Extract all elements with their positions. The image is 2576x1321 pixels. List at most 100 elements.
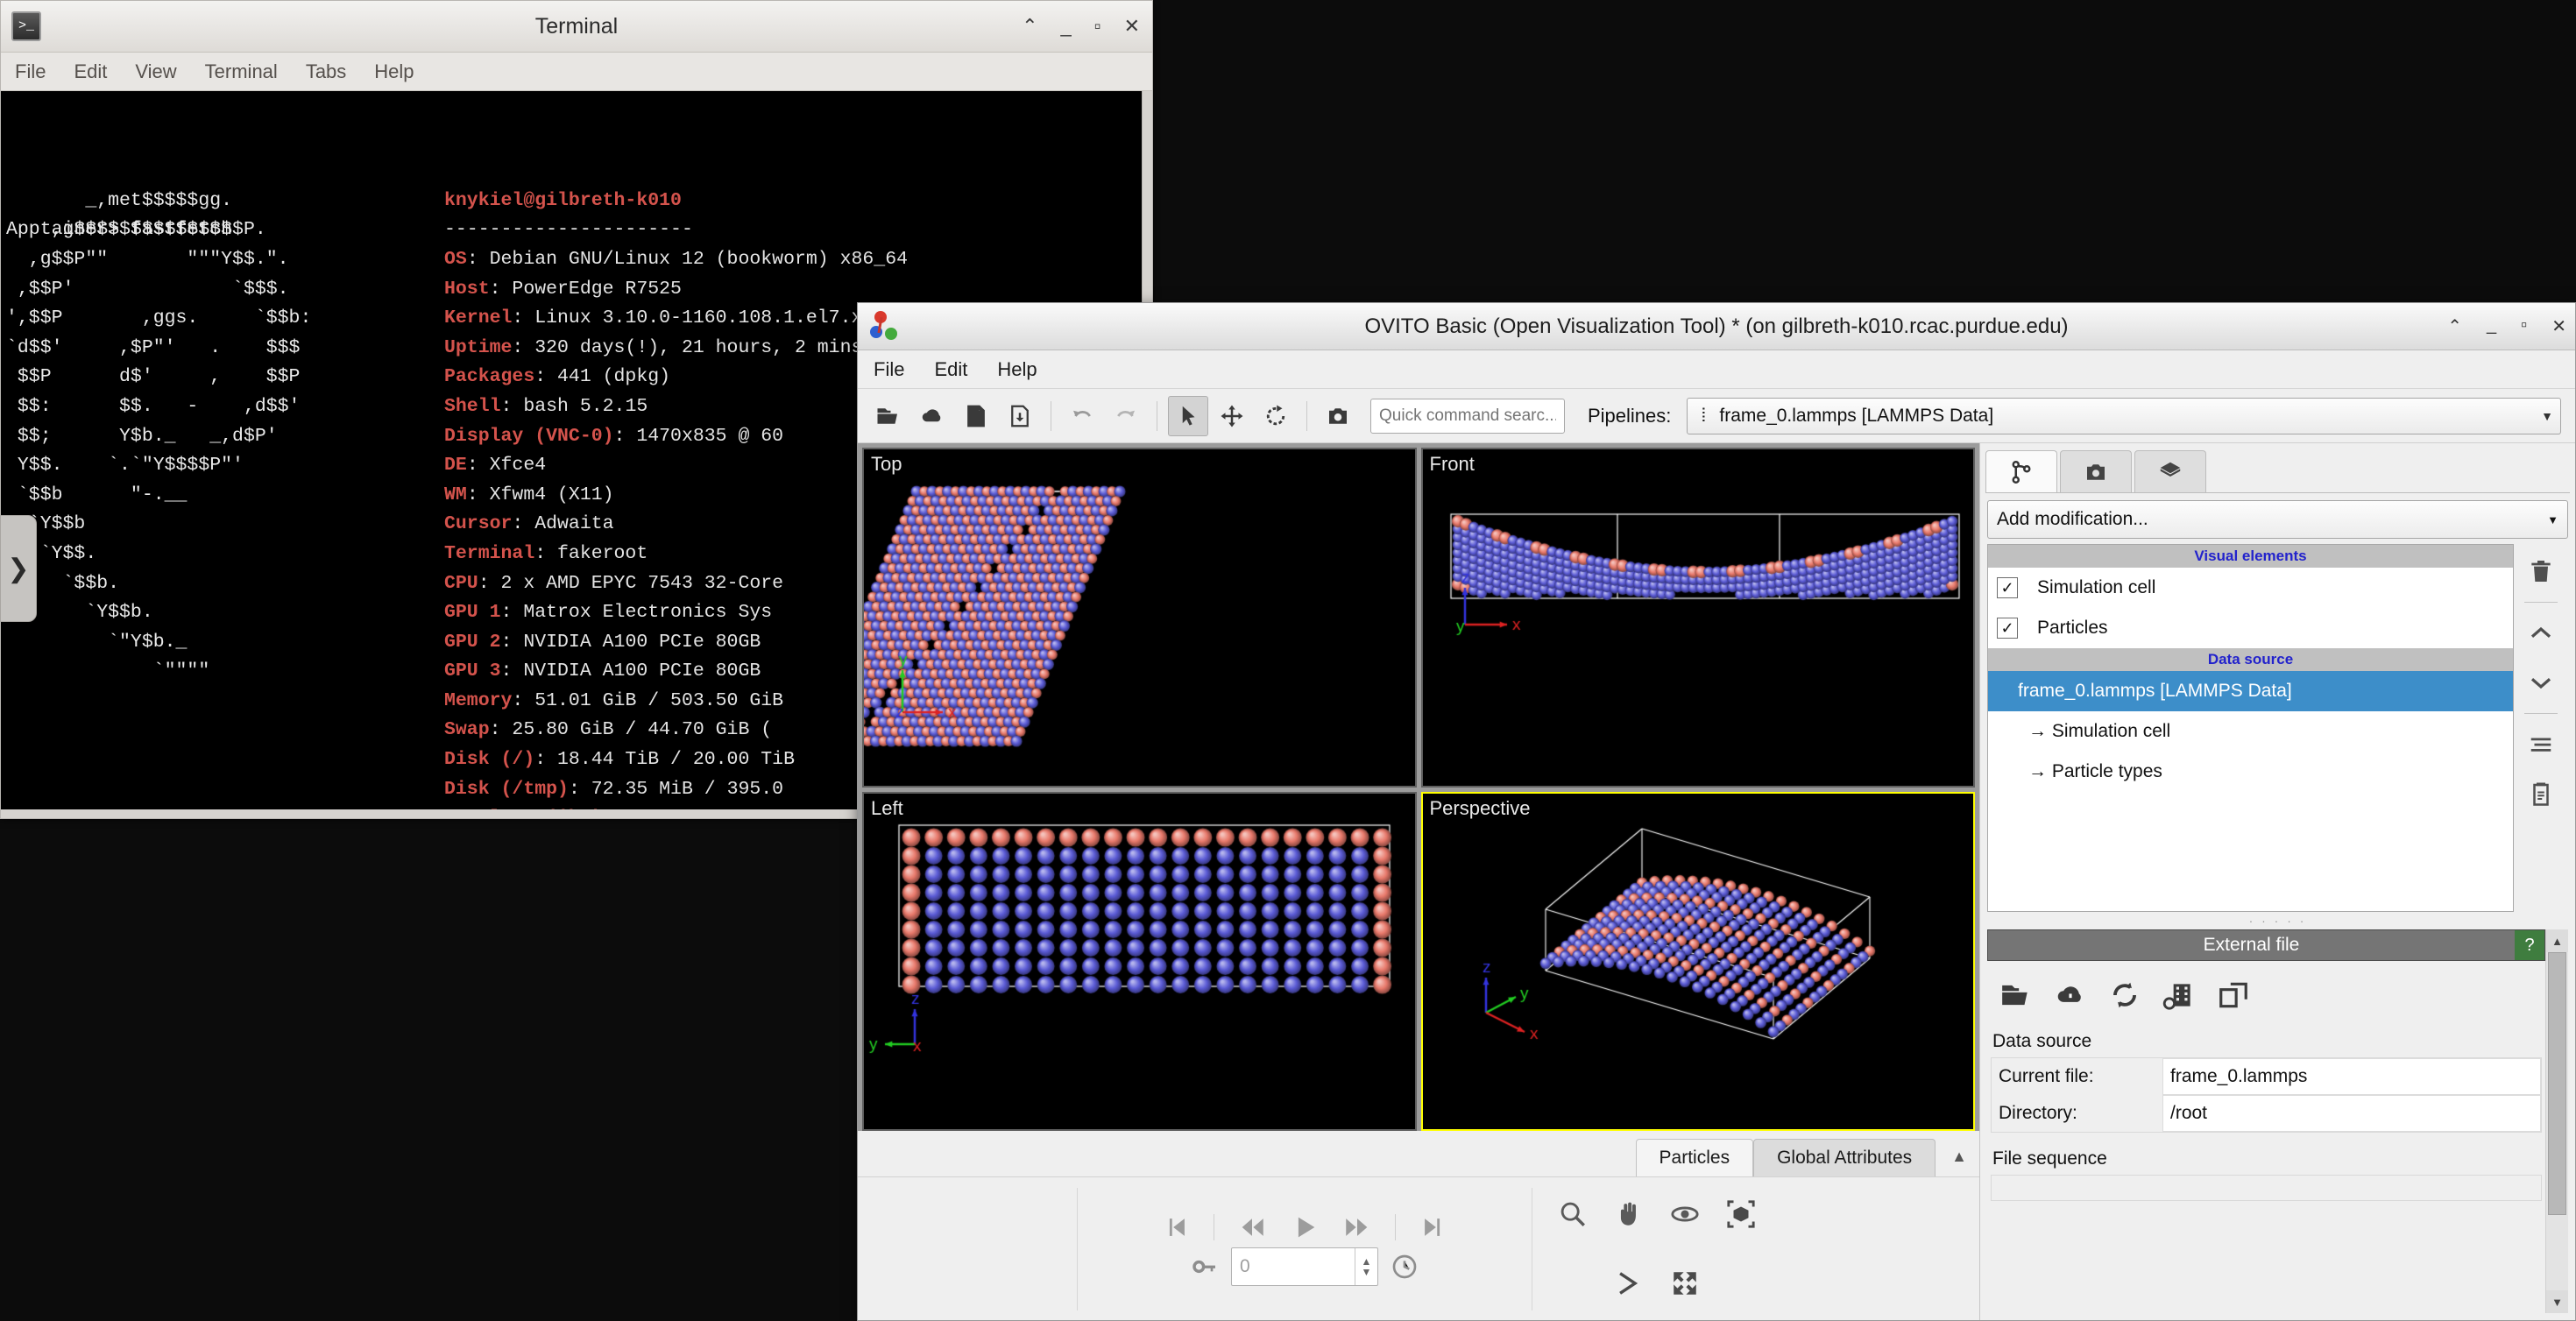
field-value[interactable]: frame_0.lammps: [2162, 1058, 2541, 1095]
close-button[interactable]: ✕: [1124, 17, 1140, 36]
add-modification-combobox[interactable]: Add modification... ▼: [1987, 500, 2568, 539]
field-value[interactable]: /root: [2162, 1095, 2541, 1132]
scroll-up-icon[interactable]: ▲: [2546, 929, 2568, 952]
list-item-sub-particle-types[interactable]: → Particle types: [1988, 752, 2513, 792]
menu-help[interactable]: Help: [997, 358, 1037, 381]
update-frames-icon[interactable]: [2162, 978, 2196, 1012]
pick-local-file-icon[interactable]: [1999, 978, 2033, 1012]
chevron-up-icon[interactable]: ▲: [1951, 1148, 1967, 1176]
terminal-title: Terminal: [534, 13, 619, 39]
clock-icon[interactable]: [1391, 1253, 1419, 1281]
checkbox[interactable]: ✓: [1997, 577, 2018, 598]
viewport-render-front[interactable]: [1422, 449, 1974, 759]
menu-edit[interactable]: Edit: [74, 60, 107, 83]
tab-overlays[interactable]: [2134, 450, 2206, 492]
move-mode-icon[interactable]: [1212, 396, 1252, 436]
menu-help[interactable]: Help: [374, 60, 414, 83]
terminal-titlebar[interactable]: >_ Terminal ⌃ _ ▫ ✕: [1, 1, 1152, 53]
move-up-icon[interactable]: [2523, 615, 2559, 652]
shade-button[interactable]: ⌃: [1022, 17, 1037, 36]
current-frame-spinbox[interactable]: 0 ▲ ▼: [1231, 1247, 1378, 1286]
viewport-render-top[interactable]: [864, 449, 1415, 759]
fastfetch-row: Packages: 441 (dpkg): [444, 366, 671, 388]
checkbox[interactable]: ✓: [1997, 618, 2018, 639]
quick-command-search-input[interactable]: [1370, 398, 1565, 434]
minimize-button[interactable]: _: [2487, 315, 2496, 337]
tab-rendering[interactable]: [2060, 450, 2132, 492]
select-mode-icon[interactable]: [1168, 395, 1208, 436]
key-icon[interactable]: [1191, 1253, 1219, 1281]
viewport-front[interactable]: Front: [1420, 448, 1975, 788]
tab-pipeline[interactable]: [1985, 450, 2057, 492]
zoom-scene-extents-icon[interactable]: [1726, 1199, 1756, 1229]
menu-edit[interactable]: Edit: [934, 358, 967, 381]
list-item-particles[interactable]: ✓ Particles: [1988, 608, 2513, 648]
load-session-icon[interactable]: [956, 396, 996, 436]
help-button[interactable]: ?: [2515, 930, 2544, 960]
redo-icon[interactable]: [1106, 396, 1146, 436]
chevron-down-icon: ▼: [2547, 512, 2558, 526]
undo-icon[interactable]: [1062, 396, 1102, 436]
save-session-icon[interactable]: [1000, 396, 1040, 436]
close-button[interactable]: ✕: [2551, 315, 2566, 337]
viewport-render-perspective[interactable]: [1422, 793, 1974, 1103]
ovito-titlebar[interactable]: OVITO Basic (Open Visualization Tool) * …: [858, 303, 2575, 350]
viewport-top[interactable]: Top: [862, 448, 1417, 788]
rollout-header-external-file[interactable]: External file ?: [1987, 929, 2545, 961]
viewport-left[interactable]: Left: [862, 791, 1417, 1131]
clipboard-icon[interactable]: [2523, 775, 2559, 812]
reload-data-icon[interactable]: [2108, 978, 2141, 1012]
spinbox-arrows[interactable]: ▲ ▼: [1355, 1247, 1377, 1285]
list-item-simulation-cell[interactable]: ✓ Simulation cell: [1988, 568, 2513, 608]
import-remote-file-icon[interactable]: [912, 396, 952, 436]
scrollbar-thumb[interactable]: [2548, 952, 2566, 1215]
tab-global-attributes[interactable]: Global Attributes: [1753, 1139, 1936, 1176]
copy-source-icon[interactable]: [2217, 978, 2250, 1012]
shade-button[interactable]: ⌃: [2447, 315, 2462, 337]
viewport-perspective[interactable]: Perspective: [1420, 791, 1975, 1131]
go-to-start-icon[interactable]: [1161, 1212, 1191, 1242]
tab-particles[interactable]: Particles: [1635, 1139, 1754, 1176]
list-item-data-source[interactable]: frame_0.lammps [LAMMPS Data]: [1988, 671, 2513, 711]
menu-terminal[interactable]: Terminal: [205, 60, 278, 83]
go-to-end-icon[interactable]: [1419, 1212, 1448, 1242]
menu-file[interactable]: File: [874, 358, 904, 381]
step-forward-icon[interactable]: [1342, 1212, 1372, 1242]
maximize-button[interactable]: ▫: [2521, 315, 2527, 337]
zoom-icon[interactable]: [1558, 1199, 1588, 1229]
pipeline-list[interactable]: Visual elements ✓ Simulation cell ✓ Part…: [1987, 544, 2514, 912]
viewport-label[interactable]: Front: [1430, 453, 1475, 476]
xfce-panel-handle[interactable]: ❯: [0, 515, 37, 622]
render-camera-icon[interactable]: [1318, 396, 1358, 436]
spin-down-icon[interactable]: ▼: [1362, 1267, 1372, 1277]
scroll-down-icon[interactable]: ▼: [2546, 1290, 2568, 1313]
pan-icon[interactable]: [1614, 1199, 1644, 1229]
move-down-icon[interactable]: [2523, 664, 2559, 701]
field-of-view-icon[interactable]: [1614, 1268, 1644, 1298]
pipeline-selector-combobox[interactable]: ⦙ frame_0.lammps [LAMMPS Data] ▼: [1687, 397, 2561, 434]
step-back-icon[interactable]: [1237, 1212, 1267, 1242]
delete-modifier-icon[interactable]: [2523, 553, 2559, 590]
viewport-render-left[interactable]: [864, 793, 1415, 1103]
spin-up-icon[interactable]: ▲: [1362, 1256, 1372, 1267]
pick-remote-file-icon[interactable]: [2054, 978, 2087, 1012]
viewport-label[interactable]: Top: [871, 453, 902, 476]
open-file-icon[interactable]: [868, 396, 909, 436]
menu-tabs[interactable]: Tabs: [306, 60, 346, 83]
menu-file[interactable]: File: [15, 60, 46, 83]
orbit-icon[interactable]: [1670, 1199, 1700, 1229]
menu-view[interactable]: View: [135, 60, 176, 83]
maximize-viewport-icon[interactable]: [1670, 1268, 1700, 1298]
properties-scrollbar[interactable]: ▲ ▼: [2545, 929, 2568, 1313]
maximize-button[interactable]: ▫: [1094, 17, 1101, 36]
pipelines-label: Pipelines:: [1588, 404, 1672, 427]
list-item-sub-simulation-cell[interactable]: → Simulation cell: [1988, 711, 2513, 752]
rotate-mode-icon[interactable]: [1256, 396, 1296, 436]
minimize-button[interactable]: _: [1061, 17, 1072, 36]
play-icon[interactable]: [1290, 1212, 1320, 1242]
viewport-label[interactable]: Perspective: [1430, 797, 1531, 820]
panel-splitter-handle[interactable]: · · · · ·: [1980, 912, 2575, 929]
toggle-list-icon[interactable]: [2523, 726, 2559, 763]
viewport-label[interactable]: Left: [871, 797, 903, 820]
layers-icon: [2157, 459, 2183, 485]
